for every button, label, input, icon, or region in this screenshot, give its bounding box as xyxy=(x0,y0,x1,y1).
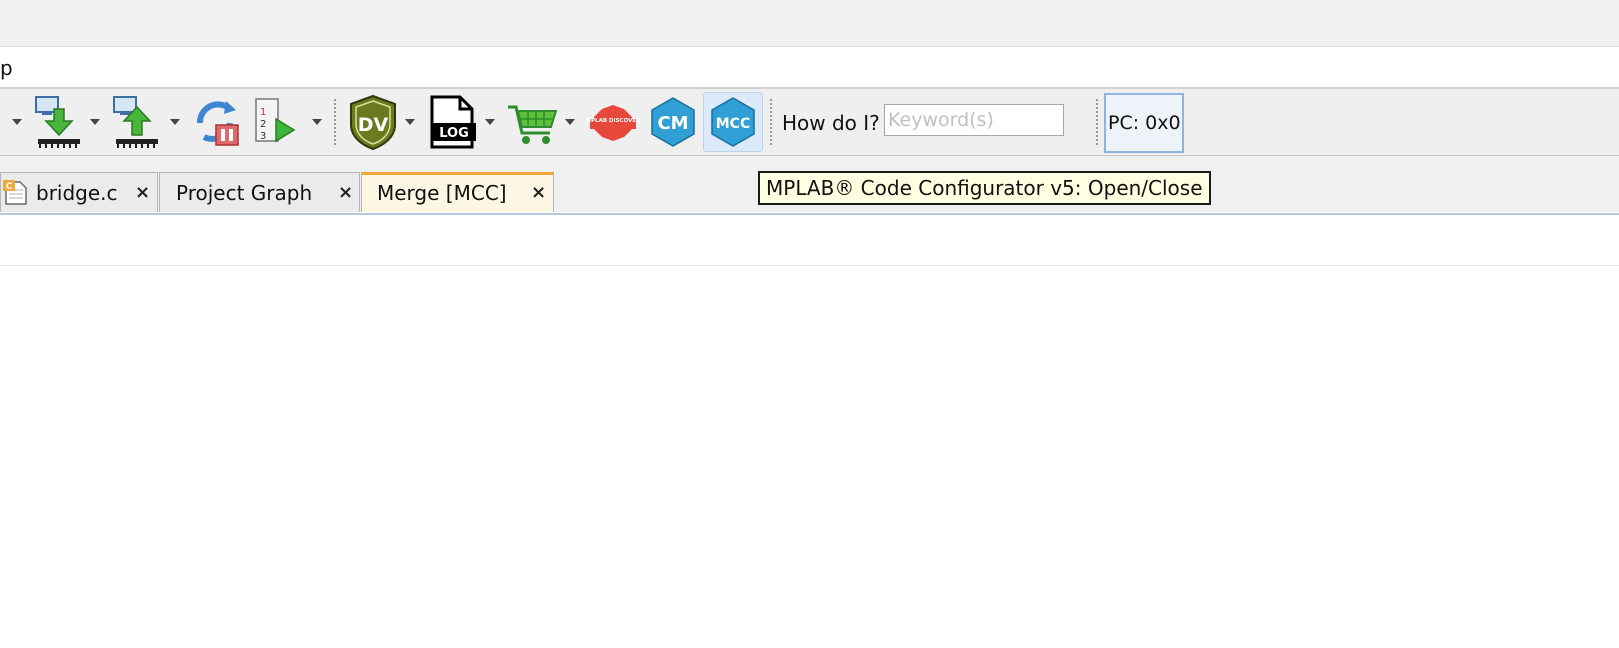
cm-label: CM xyxy=(657,113,688,134)
shopping-cart-icon[interactable] xyxy=(504,93,562,151)
svg-text:3: 3 xyxy=(260,131,266,142)
tab-merge-mcc[interactable]: Merge [MCC] × xyxy=(361,172,554,212)
tab-label: Merge [MCC] xyxy=(377,181,507,205)
window-title-bar xyxy=(0,0,1619,47)
tab-project-graph[interactable]: Project Graph × xyxy=(159,172,360,212)
svg-text:2: 2 xyxy=(260,119,266,130)
mcc-label: MCC xyxy=(716,116,750,132)
how-do-i-label: How do I? xyxy=(782,111,880,135)
toolbar-separator xyxy=(334,99,336,145)
chevron-down-icon[interactable] xyxy=(90,119,100,125)
close-tab-icon[interactable]: × xyxy=(531,182,546,203)
main-toolbar: 1 2 3 DV LOG MPLAB DISCOVER CM MCC How d… xyxy=(0,89,1619,157)
keyword-search-input[interactable] xyxy=(884,104,1064,136)
tab-label: bridge.c xyxy=(36,181,118,205)
chevron-down-icon[interactable] xyxy=(565,119,575,125)
toolbar-separator xyxy=(1096,99,1098,145)
toolbar-separator xyxy=(770,99,772,145)
c-source-file-icon: C xyxy=(3,180,29,211)
close-tab-icon[interactable]: × xyxy=(338,182,353,203)
download-to-target-icon[interactable] xyxy=(30,93,88,151)
chevron-down-icon[interactable] xyxy=(405,119,415,125)
program-counter-display[interactable]: PC: 0x0 xyxy=(1104,93,1184,153)
dv-label: DV xyxy=(358,114,389,136)
svg-text:C: C xyxy=(6,182,13,192)
run-step-icon[interactable]: 1 2 3 xyxy=(250,93,308,151)
log-icon[interactable]: LOG xyxy=(424,93,482,151)
editor-content-header xyxy=(0,215,1619,266)
tab-label: Project Graph xyxy=(176,181,313,205)
chevron-down-icon[interactable] xyxy=(485,119,495,125)
tab-bridge-c[interactable]: C bridge.c × xyxy=(0,172,158,212)
log-label: LOG xyxy=(439,126,469,141)
content-manager-icon[interactable]: CM xyxy=(644,93,702,151)
mplab-code-configurator-icon[interactable]: MCC xyxy=(704,93,762,151)
upload-from-target-icon[interactable] xyxy=(108,93,166,151)
chevron-down-icon[interactable] xyxy=(312,119,322,125)
refresh-debug-icon[interactable] xyxy=(190,93,248,151)
menu-item-help-fragment[interactable]: p xyxy=(0,56,13,80)
close-tab-icon[interactable]: × xyxy=(135,182,150,203)
mplab-discover-icon[interactable]: MPLAB DISCOVER xyxy=(584,93,642,151)
menu-bar: p xyxy=(0,47,1619,89)
data-visualizer-icon[interactable]: DV xyxy=(344,93,402,151)
discover-label: MPLAB DISCOVER xyxy=(586,118,642,124)
chevron-down-icon[interactable] xyxy=(170,119,180,125)
tooltip: MPLAB® Code Configurator v5: Open/Close xyxy=(758,171,1211,205)
svg-text:1: 1 xyxy=(260,107,266,118)
chevron-down-icon[interactable] xyxy=(12,119,22,125)
